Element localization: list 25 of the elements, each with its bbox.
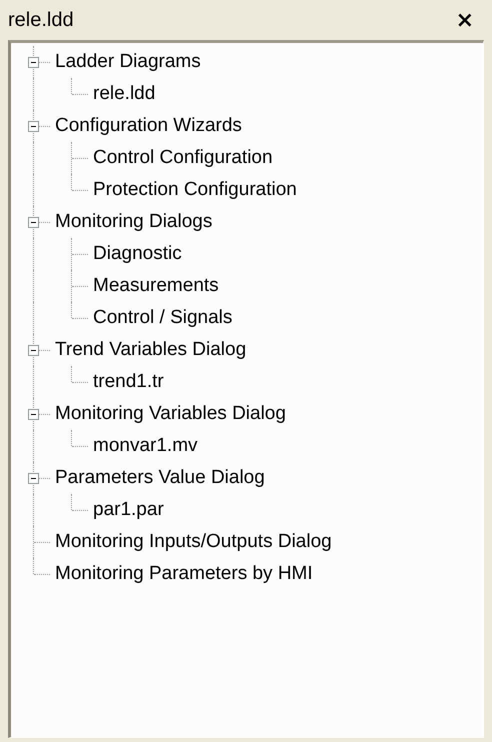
tree-item[interactable]: trend1.tr bbox=[93, 371, 164, 393]
tree-item[interactable]: Monitoring Parameters by HMI bbox=[55, 563, 313, 585]
tree-item[interactable]: Configuration Wizards bbox=[55, 115, 242, 137]
tree-item[interactable]: monvar1.mv bbox=[93, 435, 198, 457]
tree-item[interactable]: Parameters Value Dialog bbox=[55, 467, 265, 489]
collapse-icon[interactable] bbox=[28, 57, 39, 68]
collapse-icon[interactable] bbox=[28, 121, 39, 132]
tree-item[interactable]: par1.par bbox=[93, 499, 164, 521]
tree-item[interactable]: Diagnostic bbox=[93, 243, 182, 265]
tree-item[interactable]: Monitoring Variables Dialog bbox=[55, 403, 286, 425]
tree-item[interactable]: Protection Configuration bbox=[93, 179, 297, 201]
tree-item[interactable]: Ladder Diagrams bbox=[55, 51, 201, 73]
tree-item[interactable]: Monitoring Inputs/Outputs Dialog bbox=[55, 531, 332, 553]
window-title: rele.ldd bbox=[8, 8, 74, 32]
collapse-icon[interactable] bbox=[28, 473, 39, 484]
collapse-icon[interactable] bbox=[28, 345, 39, 356]
tree-item[interactable]: Monitoring Dialogs bbox=[55, 211, 212, 233]
tree-item[interactable]: Control Configuration bbox=[93, 147, 273, 169]
tree-item[interactable]: Trend Variables Dialog bbox=[55, 339, 246, 361]
close-button[interactable]: × bbox=[450, 8, 480, 32]
collapse-icon[interactable] bbox=[28, 409, 39, 420]
tree-item[interactable]: Control / Signals bbox=[93, 307, 232, 329]
tree-item[interactable]: rele.ldd bbox=[93, 83, 156, 105]
tree-item[interactable]: Measurements bbox=[93, 275, 219, 297]
collapse-icon[interactable] bbox=[28, 217, 39, 228]
